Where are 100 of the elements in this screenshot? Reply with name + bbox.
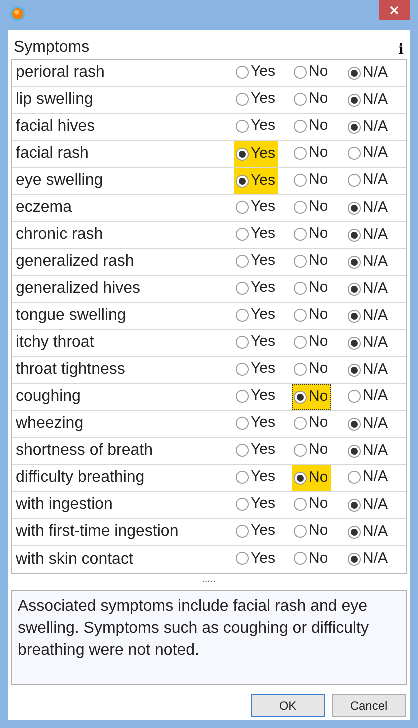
splitter-handle[interactable]: ..... bbox=[202, 574, 216, 590]
info-icon[interactable]: i bbox=[398, 43, 404, 57]
radio-option[interactable]: N/A bbox=[346, 195, 392, 221]
radio-option[interactable]: Yes bbox=[234, 410, 278, 436]
radio-option[interactable]: N/A bbox=[346, 303, 392, 329]
symptom-label: with first-time ingestion bbox=[15, 522, 180, 542]
radio-option[interactable]: N/A bbox=[346, 249, 392, 275]
radio-option[interactable]: Yes bbox=[234, 248, 278, 274]
radio-option[interactable]: No bbox=[292, 221, 332, 248]
radio-option[interactable]: Yes bbox=[234, 464, 278, 490]
radio-option[interactable]: No bbox=[292, 384, 332, 410]
symptom-label: coughing bbox=[15, 387, 82, 407]
radio-option[interactable]: Yes bbox=[234, 302, 278, 328]
symptom-label: facial rash bbox=[15, 144, 90, 164]
radio-option[interactable]: Yes bbox=[234, 546, 278, 572]
radio-option[interactable]: No bbox=[292, 437, 332, 464]
radio-option[interactable]: N/A bbox=[346, 438, 392, 464]
radio-option[interactable]: Yes bbox=[234, 168, 278, 194]
radio-option[interactable]: N/A bbox=[346, 519, 392, 545]
radio-option[interactable]: No bbox=[292, 275, 332, 302]
radio-circle[interactable] bbox=[348, 364, 361, 376]
close-icon bbox=[390, 6, 399, 14]
radio-circle[interactable] bbox=[348, 120, 361, 134]
radio-option[interactable]: N/A bbox=[346, 167, 392, 194]
symptom-label: wheezing bbox=[15, 414, 85, 434]
radio-circle[interactable] bbox=[348, 336, 361, 350]
symptom-label: chronic rash bbox=[15, 225, 104, 245]
radio-option[interactable]: N/A bbox=[346, 114, 392, 140]
radio-option[interactable]: No bbox=[292, 356, 332, 382]
radio-option[interactable]: No bbox=[292, 465, 332, 491]
dialog-button[interactable]: OK bbox=[251, 694, 325, 717]
radio-option[interactable]: Yes bbox=[234, 194, 278, 220]
radio-circle[interactable] bbox=[348, 310, 361, 322]
radio-option[interactable]: No bbox=[292, 518, 332, 544]
dialog-button[interactable]: Cancel bbox=[332, 694, 406, 717]
radio-option[interactable]: Yes bbox=[234, 221, 278, 248]
symptom-label: difficulty breathing bbox=[15, 468, 146, 488]
radio-option[interactable]: N/A bbox=[346, 60, 392, 86]
radio-option[interactable]: Yes bbox=[234, 383, 278, 410]
radio-option[interactable]: N/A bbox=[346, 276, 392, 302]
radio-option[interactable]: N/A bbox=[346, 383, 392, 410]
radio-option[interactable]: N/A bbox=[346, 411, 392, 437]
radio-option[interactable]: Yes bbox=[234, 491, 278, 518]
radio-option[interactable]: N/A bbox=[346, 330, 392, 356]
radio-option[interactable]: No bbox=[292, 86, 332, 112]
radio-option[interactable]: Yes bbox=[234, 275, 278, 302]
radio-option[interactable]: No bbox=[292, 410, 332, 436]
radio-option[interactable]: No bbox=[292, 546, 332, 572]
radio-circle[interactable] bbox=[348, 418, 361, 430]
radio-circle[interactable] bbox=[348, 444, 361, 458]
app-icon bbox=[10, 6, 26, 22]
radio-option[interactable]: Yes bbox=[234, 518, 278, 544]
symptom-label: facial hives bbox=[15, 117, 96, 137]
radio-option[interactable]: No bbox=[292, 113, 332, 140]
radio-circle[interactable] bbox=[348, 66, 361, 80]
section-title: Symptoms bbox=[14, 38, 90, 58]
radio-option[interactable]: N/A bbox=[346, 357, 392, 383]
symptom-label: throat tightness bbox=[15, 360, 126, 380]
radio-option[interactable]: Yes bbox=[234, 437, 278, 464]
symptom-label: generalized rash bbox=[15, 252, 136, 272]
close-button[interactable] bbox=[379, 0, 410, 20]
symptom-label: itchy throat bbox=[15, 333, 96, 353]
symptom-label: shortness of breath bbox=[15, 441, 154, 461]
symptom-label: with ingestion bbox=[15, 495, 114, 515]
radio-option[interactable]: No bbox=[292, 140, 332, 166]
radio-option[interactable]: Yes bbox=[234, 356, 278, 382]
radio-option[interactable]: Yes bbox=[234, 59, 278, 86]
symptom-label: eczema bbox=[15, 198, 74, 218]
radio-option[interactable]: No bbox=[292, 194, 332, 220]
radio-option[interactable]: Yes bbox=[234, 113, 278, 140]
radio-circle[interactable] bbox=[348, 526, 361, 538]
radio-circle[interactable] bbox=[348, 94, 361, 106]
radio-option[interactable]: No bbox=[292, 491, 332, 518]
radio-option[interactable]: No bbox=[292, 167, 332, 194]
symptom-label: eye swelling bbox=[15, 171, 104, 191]
symptom-label: lip swelling bbox=[15, 90, 94, 110]
radio-circle[interactable] bbox=[348, 256, 361, 268]
radio-circle[interactable] bbox=[348, 498, 361, 512]
radio-option[interactable]: No bbox=[292, 59, 332, 86]
radio-option[interactable]: No bbox=[292, 329, 332, 356]
radio-option[interactable]: N/A bbox=[346, 492, 392, 518]
radio-option[interactable]: N/A bbox=[346, 546, 392, 572]
radio-circle[interactable] bbox=[348, 282, 361, 296]
radio-option[interactable]: Yes bbox=[234, 141, 278, 167]
symptom-label: generalized hives bbox=[15, 279, 142, 299]
symptom-label: tongue swelling bbox=[15, 306, 128, 326]
radio-option[interactable]: Yes bbox=[234, 86, 278, 112]
radio-option[interactable]: N/A bbox=[346, 140, 392, 166]
radio-circle[interactable] bbox=[348, 228, 361, 242]
radio-option[interactable]: No bbox=[292, 302, 332, 328]
radio-circle[interactable] bbox=[348, 202, 361, 214]
radio-option[interactable]: N/A bbox=[346, 87, 392, 113]
notes-field[interactable]: Associated symptoms include facial rash and eye swelling. Symptoms such as coughing or difficulty breathing were not noted. bbox=[11, 590, 407, 685]
radio-option[interactable]: N/A bbox=[346, 222, 392, 248]
symptom-label: perioral rash bbox=[15, 63, 106, 83]
symptom-label: with skin contact bbox=[15, 550, 134, 570]
radio-option[interactable]: N/A bbox=[346, 464, 392, 490]
radio-option[interactable]: No bbox=[292, 248, 332, 274]
radio-circle[interactable] bbox=[348, 553, 361, 566]
radio-option[interactable]: Yes bbox=[234, 329, 278, 356]
